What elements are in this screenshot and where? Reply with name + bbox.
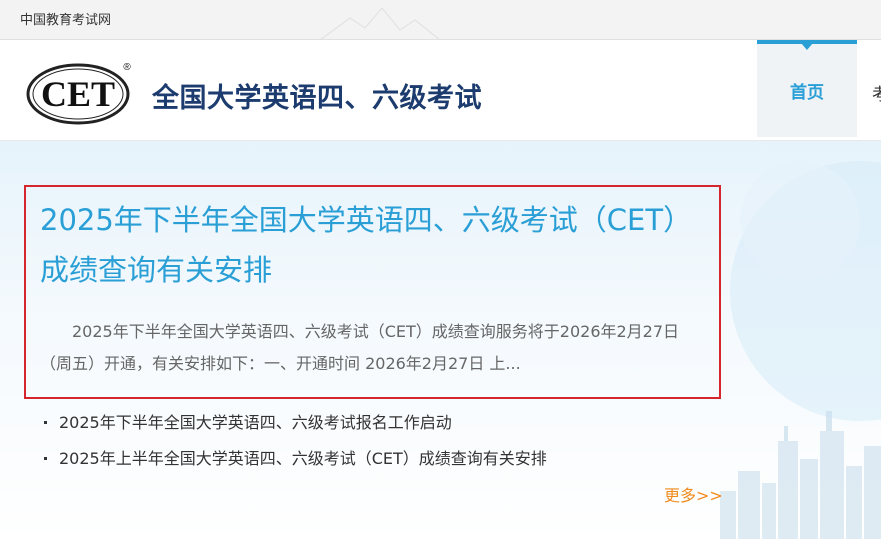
more-link[interactable]: 更多>> xyxy=(664,482,723,506)
bullet-icon xyxy=(44,457,47,460)
nav-home-tab[interactable]: 首页 xyxy=(757,40,857,137)
bullet-icon xyxy=(44,421,47,424)
list-item[interactable]: 2025年下半年全国大学英语四、六级考试报名工作启动 xyxy=(40,405,547,441)
mountain-decoration xyxy=(320,7,440,39)
nav-next-tab[interactable]: 考 xyxy=(872,80,881,105)
featured-news-card: 2025年下半年全国大学英语四、六级考试（CET）成绩查询有关安排 2025年下… xyxy=(24,185,721,399)
svg-text:CET: CET xyxy=(41,74,115,114)
list-item[interactable]: 2025年上半年全国大学英语四、六级考试（CET）成绩查询有关安排 xyxy=(40,441,547,477)
site-header: CET ® 全国大学英语四、六级考试 首页 考 xyxy=(0,40,881,141)
svg-text:®: ® xyxy=(123,62,131,73)
site-title: 全国大学英语四、六级考试 xyxy=(152,83,482,114)
news-link[interactable]: 2025年上半年全国大学英语四、六级考试（CET）成绩查询有关安排 xyxy=(59,449,547,468)
main-content: 2025年下半年全国大学英语四、六级考试（CET）成绩查询有关安排 2025年下… xyxy=(0,141,881,539)
active-indicator-icon xyxy=(801,43,813,50)
nav-home-label: 首页 xyxy=(790,83,824,103)
site-name-link[interactable]: 中国教育考试网 xyxy=(20,9,111,28)
news-list: 2025年下半年全国大学英语四、六级考试报名工作启动 2025年上半年全国大学英… xyxy=(40,405,547,477)
cet-logo[interactable]: CET ® xyxy=(26,59,136,125)
top-bar: 中国教育考试网 xyxy=(0,0,881,40)
news-link[interactable]: 2025年下半年全国大学英语四、六级考试报名工作启动 xyxy=(59,413,452,432)
featured-news-summary: 2025年下半年全国大学英语四、六级考试（CET）成绩查询服务将于2026年2月… xyxy=(40,322,680,373)
featured-news-title[interactable]: 2025年下半年全国大学英语四、六级考试（CET）成绩查询有关安排 xyxy=(40,195,680,295)
